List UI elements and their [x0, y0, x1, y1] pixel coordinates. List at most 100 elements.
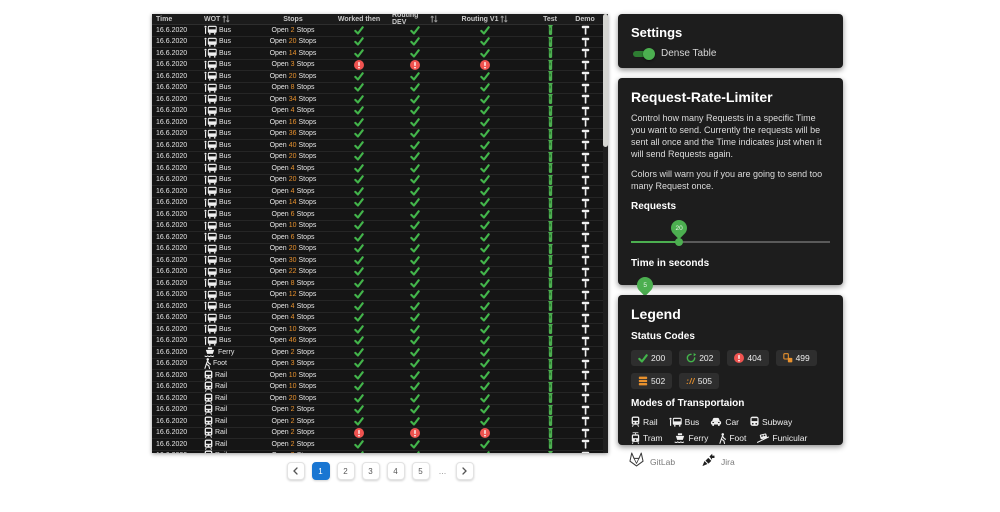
cell-demo[interactable] [572, 336, 598, 346]
demo-hammer-icon[interactable] [581, 451, 590, 453]
test-vial-icon[interactable] [548, 451, 553, 453]
test-vial-icon[interactable] [548, 405, 553, 415]
sort-icon[interactable] [222, 14, 230, 24]
test-vial-icon[interactable] [548, 244, 553, 254]
demo-hammer-icon[interactable] [581, 37, 590, 47]
pagination-page-4[interactable]: 4 [387, 462, 405, 480]
demo-hammer-icon[interactable] [581, 324, 590, 334]
test-vial-icon[interactable] [548, 336, 553, 346]
cell-test[interactable] [528, 175, 572, 185]
cell-test[interactable] [528, 71, 572, 81]
test-vial-icon[interactable] [548, 25, 553, 35]
demo-hammer-icon[interactable] [581, 152, 590, 162]
demo-hammer-icon[interactable] [581, 359, 590, 369]
test-vial-icon[interactable] [548, 324, 553, 334]
test-vial-icon[interactable] [548, 117, 553, 127]
cell-test[interactable] [528, 48, 572, 58]
cell-test[interactable] [528, 60, 572, 70]
test-vial-icon[interactable] [548, 278, 553, 288]
demo-hammer-icon[interactable] [581, 163, 590, 173]
cell-test[interactable] [528, 221, 572, 231]
gitlab-link[interactable]: GitLab [628, 452, 675, 472]
test-vial-icon[interactable] [548, 37, 553, 47]
cell-test[interactable] [528, 324, 572, 334]
cell-test[interactable] [528, 416, 572, 426]
cell-demo[interactable] [572, 278, 598, 288]
column-header-routing-dev[interactable]: Routing DEV [388, 14, 442, 26]
column-header-time[interactable]: Time [152, 16, 200, 23]
test-vial-icon[interactable] [548, 221, 553, 231]
cell-test[interactable] [528, 370, 572, 380]
cell-demo[interactable] [572, 439, 598, 449]
cell-demo[interactable] [572, 451, 598, 453]
demo-hammer-icon[interactable] [581, 209, 590, 219]
demo-hammer-icon[interactable] [581, 255, 590, 265]
test-vial-icon[interactable] [548, 152, 553, 162]
cell-test[interactable] [528, 106, 572, 116]
cell-demo[interactable] [572, 232, 598, 242]
cell-demo[interactable] [572, 428, 598, 438]
cell-test[interactable] [528, 186, 572, 196]
test-vial-icon[interactable] [548, 359, 553, 369]
cell-test[interactable] [528, 140, 572, 150]
cell-test[interactable] [528, 25, 572, 35]
demo-hammer-icon[interactable] [581, 140, 590, 150]
demo-hammer-icon[interactable] [581, 336, 590, 346]
pagination-page-3[interactable]: 3 [362, 462, 380, 480]
cell-demo[interactable] [572, 83, 598, 93]
sort-icon[interactable] [430, 14, 438, 24]
cell-test[interactable] [528, 393, 572, 403]
demo-hammer-icon[interactable] [581, 347, 590, 357]
test-vial-icon[interactable] [548, 301, 553, 311]
demo-hammer-icon[interactable] [581, 428, 590, 438]
cell-demo[interactable] [572, 324, 598, 334]
demo-hammer-icon[interactable] [581, 60, 590, 70]
cell-test[interactable] [528, 129, 572, 139]
test-vial-icon[interactable] [548, 370, 553, 380]
test-vial-icon[interactable] [548, 290, 553, 300]
test-vial-icon[interactable] [548, 255, 553, 265]
pagination-page-1[interactable]: 1 [312, 462, 330, 480]
cell-demo[interactable] [572, 301, 598, 311]
cell-demo[interactable] [572, 25, 598, 35]
cell-test[interactable] [528, 359, 572, 369]
cell-test[interactable] [528, 301, 572, 311]
demo-hammer-icon[interactable] [581, 94, 590, 104]
demo-hammer-icon[interactable] [581, 301, 590, 311]
table-scrollbar[interactable] [603, 14, 608, 453]
cell-demo[interactable] [572, 347, 598, 357]
demo-hammer-icon[interactable] [581, 405, 590, 415]
column-header-stops[interactable]: Stops [256, 16, 330, 23]
cell-demo[interactable] [572, 48, 598, 58]
demo-hammer-icon[interactable] [581, 313, 590, 323]
cell-test[interactable] [528, 451, 572, 453]
pagination-page-2[interactable]: 2 [337, 462, 355, 480]
cell-test[interactable] [528, 428, 572, 438]
demo-hammer-icon[interactable] [581, 244, 590, 254]
test-vial-icon[interactable] [548, 83, 553, 93]
cell-demo[interactable] [572, 117, 598, 127]
cell-demo[interactable] [572, 175, 598, 185]
cell-demo[interactable] [572, 405, 598, 415]
cell-demo[interactable] [572, 163, 598, 173]
demo-hammer-icon[interactable] [581, 232, 590, 242]
cell-demo[interactable] [572, 71, 598, 81]
test-vial-icon[interactable] [548, 48, 553, 58]
test-vial-icon[interactable] [548, 416, 553, 426]
test-vial-icon[interactable] [548, 186, 553, 196]
demo-hammer-icon[interactable] [581, 221, 590, 231]
cell-test[interactable] [528, 267, 572, 277]
cell-demo[interactable] [572, 267, 598, 277]
pagination-next-button[interactable] [456, 462, 474, 480]
toggle-knob[interactable] [643, 48, 655, 60]
demo-hammer-icon[interactable] [581, 278, 590, 288]
cell-demo[interactable] [572, 140, 598, 150]
test-vial-icon[interactable] [548, 163, 553, 173]
cell-demo[interactable] [572, 244, 598, 254]
cell-test[interactable] [528, 209, 572, 219]
demo-hammer-icon[interactable] [581, 290, 590, 300]
demo-hammer-icon[interactable] [581, 198, 590, 208]
demo-hammer-icon[interactable] [581, 48, 590, 58]
cell-test[interactable] [528, 37, 572, 47]
cell-demo[interactable] [572, 255, 598, 265]
